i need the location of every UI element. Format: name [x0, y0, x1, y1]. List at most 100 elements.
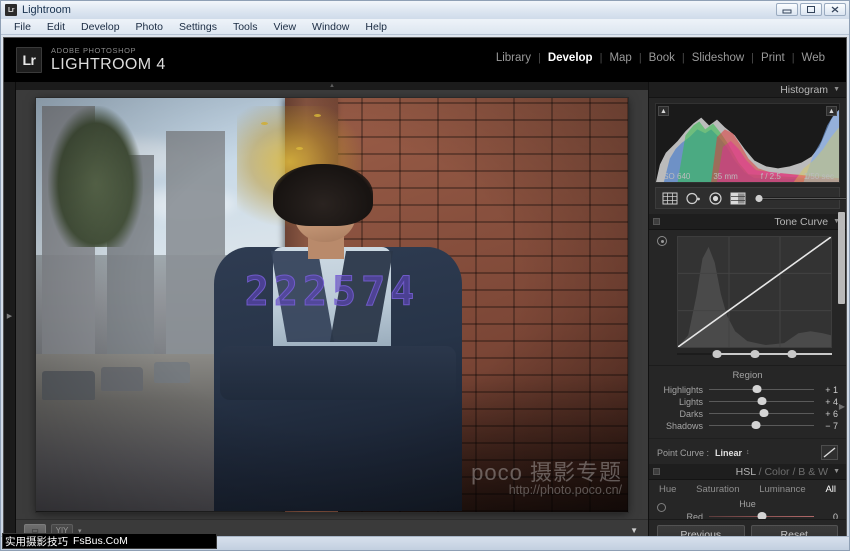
- hsl-panel-title: HSL / Color / B & W: [736, 466, 828, 478]
- slider-label: Red: [657, 512, 709, 519]
- minimize-button[interactable]: [776, 3, 798, 16]
- slider-knob[interactable]: [757, 512, 766, 519]
- slider-value: 0: [814, 512, 838, 519]
- chevron-down-icon[interactable]: ▼: [833, 86, 840, 93]
- module-book[interactable]: Book: [642, 52, 682, 64]
- menu-item-tools[interactable]: Tools: [226, 20, 265, 34]
- module-picker: Library | Develop | Map | Book | Slidesh…: [489, 52, 832, 64]
- point-curve-value[interactable]: Linear: [715, 448, 742, 458]
- hsl-tab-luminance[interactable]: Luminance: [759, 484, 805, 495]
- hsl-tab-hue[interactable]: Hue: [659, 484, 676, 495]
- main-content-row: ▶ ▲: [4, 82, 846, 549]
- module-web[interactable]: Web: [795, 52, 832, 64]
- graduated-filter-icon[interactable]: [730, 192, 746, 205]
- edit-point-curve-button[interactable]: [821, 445, 838, 460]
- image-stage[interactable]: 222574 poco 摄影专题 http://photo.poco.cn/: [16, 90, 648, 519]
- module-library[interactable]: Library: [489, 52, 538, 64]
- lightroom-window: Lr Lightroom File Edit Develop Photo Set…: [0, 0, 850, 551]
- slider-label: Highlights: [657, 385, 709, 395]
- identity-plate[interactable]: Lr ADOBE PHOTOSHOP LIGHTROOM 4: [16, 46, 166, 74]
- red-eye-icon[interactable]: [708, 192, 723, 205]
- histogram-svg: [656, 104, 839, 182]
- menu-item-settings[interactable]: Settings: [172, 20, 224, 34]
- slider-value: + 1: [814, 385, 838, 395]
- slider-knob[interactable]: [757, 397, 766, 405]
- panel-switch-icon[interactable]: [653, 468, 660, 475]
- slider-track[interactable]: [709, 511, 814, 519]
- slider-lights[interactable]: Lights + 4: [657, 396, 838, 408]
- module-slideshow[interactable]: Slideshow: [685, 52, 751, 64]
- lightroom-badge-icon: Lr: [16, 47, 42, 73]
- tone-curve-graph[interactable]: [677, 236, 832, 348]
- updown-caret-icon[interactable]: ↕: [746, 449, 750, 456]
- panel-switch-icon[interactable]: [653, 218, 660, 225]
- slider-darks[interactable]: Darks + 6: [657, 408, 838, 420]
- chevron-up-icon: ▲: [329, 83, 335, 89]
- slider-knob[interactable]: [752, 421, 761, 429]
- menu-item-help[interactable]: Help: [358, 20, 394, 34]
- hsl-title-hsl[interactable]: HSL: [736, 466, 756, 478]
- toolbar-options-caret-icon[interactable]: ▼: [630, 526, 638, 535]
- targeted-adjustment-tool-icon[interactable]: [657, 503, 666, 512]
- shadow-clipping-icon[interactable]: ▲: [658, 106, 669, 116]
- top-panel-collapse-toggle[interactable]: ▲: [16, 82, 648, 90]
- brand-title: LIGHTROOM 4: [51, 56, 166, 74]
- menu-item-file[interactable]: File: [7, 20, 38, 34]
- adjustment-brush-slider[interactable]: [753, 193, 846, 204]
- split-knob-highlights[interactable]: [787, 350, 796, 358]
- tone-curve-panel-header[interactable]: Tone Curve ▼: [649, 214, 846, 230]
- module-print[interactable]: Print: [754, 52, 792, 64]
- brand-subtitle: ADOBE PHOTOSHOP: [51, 46, 166, 56]
- slider-shadows[interactable]: Shadows − 7: [657, 420, 838, 432]
- slider-track[interactable]: [709, 408, 814, 420]
- split-knob-shadows[interactable]: [713, 350, 722, 358]
- spot-removal-icon[interactable]: [685, 192, 701, 205]
- histogram-graph[interactable]: ▲ ▲ ISO 640 35 mm f / 2.5 1/50 sec: [655, 103, 840, 183]
- right-panel-scrollbar[interactable]: [838, 212, 845, 304]
- hsl-title-sep: /: [759, 466, 762, 478]
- slider-track[interactable]: [709, 396, 814, 408]
- menu-item-develop[interactable]: Develop: [74, 20, 127, 34]
- hsl-title-bw[interactable]: B & W: [798, 466, 828, 478]
- module-develop[interactable]: Develop: [541, 52, 600, 64]
- slider-highlights[interactable]: Highlights + 1: [657, 384, 838, 396]
- chevron-down-icon[interactable]: ▼: [833, 468, 840, 475]
- status-bar-cn-text: 实用摄影技巧: [5, 534, 68, 549]
- menu-item-window[interactable]: Window: [305, 20, 356, 34]
- hsl-body: Hue Red 0 Orange: [649, 497, 846, 519]
- tone-curve-body: [649, 230, 846, 365]
- histogram-panel-header[interactable]: Histogram ▼: [649, 82, 846, 98]
- hsl-tab-all[interactable]: All: [825, 484, 836, 495]
- hsl-tab-saturation[interactable]: Saturation: [696, 484, 739, 495]
- maximize-button[interactable]: [800, 3, 822, 16]
- right-panel: Histogram ▼ ▲: [648, 82, 846, 549]
- crop-overlay-icon[interactable]: [662, 192, 678, 205]
- point-curve-label: Point Curve :: [657, 448, 709, 458]
- left-panel-collapse-toggle[interactable]: ▶: [4, 82, 16, 549]
- module-map[interactable]: Map: [602, 52, 638, 64]
- close-button[interactable]: [824, 3, 846, 16]
- tone-curve-panel-title: Tone Curve: [774, 216, 828, 228]
- hsl-panel-header[interactable]: HSL / Color / B & W ▼: [649, 464, 846, 480]
- targeted-adjustment-tool-icon[interactable]: [657, 236, 667, 246]
- highlight-clipping-icon[interactable]: ▲: [826, 106, 837, 116]
- right-panel-collapse-toggle[interactable]: ▶: [839, 402, 845, 411]
- menu-item-photo[interactable]: Photo: [129, 20, 170, 34]
- slider-track[interactable]: [709, 420, 814, 432]
- window-controls: [776, 3, 846, 16]
- slider-value: + 4: [814, 397, 838, 407]
- menu-item-edit[interactable]: Edit: [40, 20, 72, 34]
- histogram-metadata: ISO 640 35 mm f / 2.5 1/50 sec: [656, 172, 839, 181]
- histogram-panel-title: Histogram: [780, 84, 828, 96]
- photo-preview[interactable]: 222574 poco 摄影专题 http://photo.poco.cn/: [36, 98, 628, 512]
- split-knob-midtones[interactable]: [750, 350, 759, 358]
- slider-track[interactable]: [709, 384, 814, 396]
- slider-knob[interactable]: [753, 385, 762, 393]
- slider-knob[interactable]: [759, 409, 768, 417]
- menu-item-view[interactable]: View: [266, 20, 303, 34]
- hsl-slider-red[interactable]: Red 0: [657, 511, 838, 519]
- chevron-right-icon: ▶: [839, 402, 845, 411]
- hsl-title-color[interactable]: Color: [764, 466, 789, 478]
- hsl-subsection-label: Hue: [657, 499, 838, 509]
- lightroom-app-body: Lr ADOBE PHOTOSHOP LIGHTROOM 4 Library |…: [3, 37, 847, 550]
